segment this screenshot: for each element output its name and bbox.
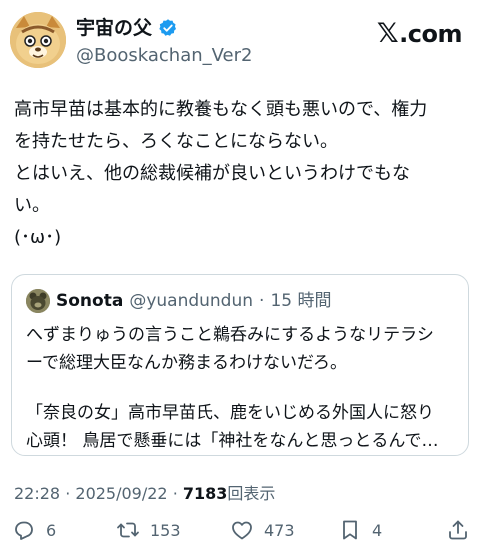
tweet-meta: 22:28 · 2025/09/22 · 7183回表示 — [14, 482, 275, 506]
quote-header: Sonota @yuandundun · 15 時間 — [56, 289, 331, 313]
meta-separator: · — [65, 484, 71, 503]
logo-text: .com — [399, 19, 462, 48]
tweet-text: 高市早苗は基本的に教養もなく頭も悪いので、権力 を持たせたら、ろくなことにならな… — [14, 94, 470, 254]
quote-paragraph-gap — [26, 377, 460, 399]
display-name-row: 宇宙の父 — [76, 16, 252, 40]
quote-line: 「奈良の女」高市早苗氏、鹿をいじめる外国人に怒り — [26, 403, 434, 423]
user-avatar-icon — [26, 289, 50, 313]
bookmark-icon — [343, 520, 357, 540]
author-avatar[interactable] — [10, 12, 66, 68]
verified-badge-icon[interactable] — [158, 18, 178, 38]
repost-icon — [117, 522, 139, 538]
quote-line: ーで総理大臣なんか務まるわけないだろ。 — [26, 353, 347, 373]
bookmark-count: 4 — [372, 520, 383, 540]
reply-button[interactable]: 6 — [12, 518, 56, 542]
site-logo[interactable]: 𝕏 .com — [376, 18, 463, 49]
quote-text: へずまりゅうの言うこと鵜呑みにするようなリテラシ ーで総理大臣なんか務まるわけな… — [26, 321, 460, 455]
x-logo-icon: 𝕏 — [376, 18, 399, 49]
quote-line: へずまりゅうの言うこと鵜呑みにするようなリテラシ — [26, 325, 434, 345]
tweet-line: を持たせたら、ろくなことにならない。 — [14, 131, 338, 152]
quote-line: 心頭！ 鳥居で懸垂には「神社をなんと思っとるんで… — [26, 431, 439, 451]
view-count[interactable]: 7183 — [183, 484, 228, 503]
share-icon — [449, 520, 467, 540]
quote-handle[interactable]: @yuandundun — [129, 289, 253, 313]
reply-icon — [15, 521, 33, 540]
tweet-line: とはいえ、他の総裁候補が良いというわけでもな — [14, 163, 410, 184]
tweet-line: (･ω･) — [14, 227, 62, 248]
bookmark-button[interactable]: 4 — [338, 518, 382, 542]
author-handle[interactable]: @Booskachan_Ver2 — [76, 44, 252, 68]
tweet-date[interactable]: 2025/09/22 — [75, 484, 167, 503]
reply-count: 6 — [46, 520, 57, 540]
like-button[interactable]: 473 — [230, 518, 295, 542]
tweet-line: い。 — [14, 195, 50, 216]
repost-count: 153 — [150, 520, 181, 540]
tweet-header: 宇宙の父 @Booskachan_Ver2 𝕏 .com — [0, 0, 480, 80]
action-bar: 6 153 473 4 — [0, 518, 480, 550]
like-count: 473 — [264, 520, 295, 540]
share-button[interactable] — [446, 518, 470, 542]
heart-icon — [232, 521, 252, 540]
views-label: 回表示 — [227, 484, 276, 503]
quote-separator: · — [259, 291, 265, 311]
quote-avatar[interactable] — [26, 289, 50, 313]
tweet-line: 高市早苗は基本的に教養もなく頭も悪いので、権力 — [14, 99, 428, 120]
quote-display-name[interactable]: Sonota — [56, 289, 123, 313]
meta-separator: · — [172, 484, 178, 503]
repost-button[interactable]: 153 — [116, 518, 181, 542]
author-names: 宇宙の父 @Booskachan_Ver2 — [76, 16, 252, 68]
tweet-time[interactable]: 22:28 — [14, 484, 60, 503]
author-display-name[interactable]: 宇宙の父 — [76, 16, 152, 40]
cartoon-animal-avatar-icon — [10, 12, 66, 68]
quote-time[interactable]: 15 時間 — [270, 289, 331, 313]
quoted-tweet[interactable]: Sonota @yuandundun · 15 時間 へずまりゅうの言うこと鵜呑… — [11, 274, 469, 456]
